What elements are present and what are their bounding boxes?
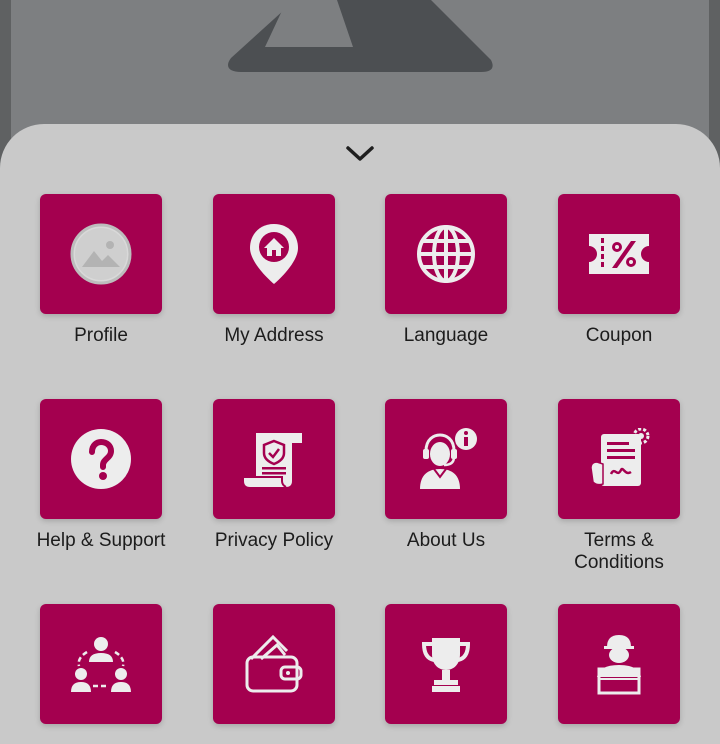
coupon-tile[interactable] <box>558 194 680 314</box>
delivery-tile[interactable] <box>558 604 680 724</box>
privacy-policy-label: Privacy Policy <box>214 530 334 551</box>
triangle-logo <box>228 0 493 72</box>
my-address-tile[interactable] <box>213 194 335 314</box>
terms-conditions-tile[interactable] <box>558 399 680 519</box>
help-support-label: Help & Support <box>36 530 166 551</box>
trophy-icon <box>421 638 471 692</box>
about-us-label: About Us <box>406 530 486 551</box>
language-label: Language <box>403 325 489 346</box>
question-circle-icon <box>71 429 131 489</box>
policy-scroll-shield-icon <box>244 433 302 488</box>
wallet-tile[interactable] <box>213 604 335 724</box>
profile-tile[interactable] <box>40 194 162 314</box>
profile-label: Profile <box>74 325 128 346</box>
privacy-policy-tile[interactable] <box>213 399 335 519</box>
globe-icon <box>417 225 475 283</box>
contract-signature-icon <box>590 428 650 486</box>
wallet-icon <box>245 634 303 693</box>
coupon-percent-icon <box>589 234 649 274</box>
team-tile[interactable] <box>40 604 162 724</box>
image-placeholder-icon <box>70 223 132 285</box>
language-tile[interactable] <box>385 194 507 314</box>
my-address-label: My Address <box>224 325 324 346</box>
terms-conditions-label-line2: Conditions <box>574 552 664 573</box>
support-agent-info-icon <box>420 428 477 489</box>
delivery-person-icon <box>597 635 641 695</box>
chevron-down-icon[interactable] <box>344 143 376 165</box>
location-pin-home-icon <box>250 224 298 284</box>
terms-conditions-label-line1: Terms & <box>584 530 654 551</box>
coupon-label: Coupon <box>585 325 653 346</box>
team-network-icon <box>71 637 131 692</box>
about-us-tile[interactable] <box>385 399 507 519</box>
help-support-tile[interactable] <box>40 399 162 519</box>
trophy-tile[interactable] <box>385 604 507 724</box>
